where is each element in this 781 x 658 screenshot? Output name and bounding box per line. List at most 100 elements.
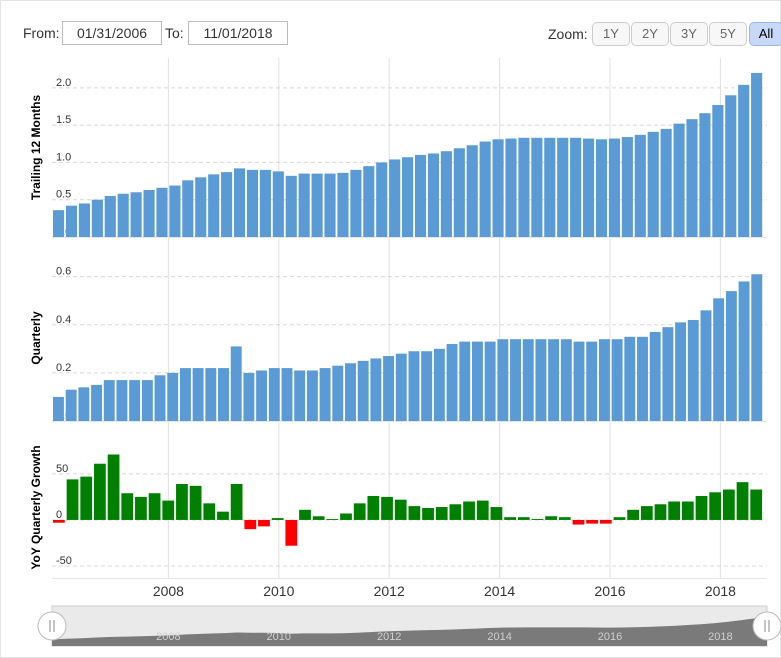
bar: [203, 503, 216, 520]
bar: [435, 507, 448, 520]
bar: [176, 484, 188, 520]
bar: [695, 495, 708, 520]
bar: [91, 199, 103, 237]
navigator-label: 2010: [267, 631, 291, 643]
x-tick-label: 2008: [153, 583, 184, 599]
navigator-label: 2016: [598, 631, 622, 643]
x-tick-label: 2012: [374, 583, 405, 599]
bar: [80, 476, 93, 520]
bar: [332, 365, 344, 421]
bar: [548, 339, 560, 421]
bar: [586, 341, 598, 421]
bar: [233, 168, 246, 237]
bar: [440, 151, 452, 237]
bar: [490, 507, 503, 520]
bar: [531, 519, 544, 520]
y-tick-label: 1.5: [56, 114, 71, 126]
bar: [414, 154, 427, 237]
bar: [205, 368, 217, 421]
bar: [700, 310, 712, 421]
bar: [256, 370, 268, 421]
bar: [218, 368, 229, 421]
bar: [189, 485, 202, 520]
bar: [681, 501, 694, 520]
bar: [599, 519, 612, 524]
bar: [433, 348, 445, 421]
bar: [751, 274, 763, 421]
y-axis-title: YoY Quarterly Growth: [29, 445, 43, 569]
bar: [107, 454, 120, 520]
bar: [544, 137, 556, 237]
y-axis-title: Trailing 12 Months: [29, 95, 43, 201]
bar: [65, 205, 78, 237]
bar: [91, 384, 103, 421]
bar: [402, 157, 414, 237]
navigator-left-handle[interactable]: [37, 611, 67, 641]
bar: [518, 137, 530, 237]
bar: [492, 139, 504, 237]
bar: [586, 519, 599, 524]
bar: [535, 339, 547, 421]
bar: [637, 336, 648, 421]
bar: [573, 341, 585, 421]
bar: [497, 339, 509, 421]
bar: [662, 327, 674, 421]
bar: [217, 511, 229, 520]
bar: [281, 368, 293, 421]
bar: [148, 493, 161, 520]
bar: [389, 159, 401, 237]
bar: [453, 148, 465, 237]
bar: [78, 387, 90, 421]
bar: [306, 370, 318, 421]
bar: [709, 492, 722, 520]
bar: [545, 516, 557, 520]
bar: [258, 519, 270, 527]
bar: [668, 501, 681, 520]
bar: [272, 171, 284, 237]
navigator-label: 2008: [156, 631, 180, 643]
bar: [613, 517, 626, 520]
bar: [505, 138, 517, 237]
bar: [531, 137, 543, 237]
bar: [699, 113, 711, 237]
bar: [370, 358, 382, 421]
bar: [246, 169, 259, 238]
bar: [624, 336, 636, 421]
bar: [687, 319, 699, 421]
bar: [621, 137, 633, 237]
bar: [357, 360, 369, 421]
bar: [738, 281, 750, 421]
y-tick-label: 0.2: [56, 362, 71, 374]
bar: [154, 375, 166, 421]
bar: [376, 162, 388, 237]
bar: [230, 484, 243, 520]
bar: [522, 339, 534, 421]
bar: [484, 341, 496, 421]
bar: [722, 489, 735, 520]
bar: [686, 119, 698, 237]
navigator-label: 2014: [487, 631, 511, 643]
bar: [179, 368, 191, 421]
bar: [195, 177, 207, 237]
bar: [583, 138, 595, 237]
bar: [660, 128, 672, 237]
navigator-right-handle[interactable]: [752, 611, 781, 641]
bar: [446, 344, 458, 421]
bar: [243, 372, 255, 421]
x-tick-label: 2016: [594, 583, 625, 599]
y-tick-label: 0.5: [56, 189, 71, 201]
bar: [504, 517, 516, 520]
bar: [117, 193, 129, 237]
bar: [324, 173, 336, 237]
bar: [751, 72, 763, 237]
bar: [156, 187, 168, 237]
bar: [311, 173, 323, 237]
y-tick-label: 2.0: [56, 77, 71, 89]
bar: [121, 493, 134, 520]
bar: [271, 518, 284, 520]
bar: [135, 496, 147, 520]
bar: [675, 322, 687, 421]
x-tick-label: 2018: [705, 583, 736, 599]
y-tick-label: 1.0: [56, 151, 71, 163]
bar: [608, 138, 620, 237]
